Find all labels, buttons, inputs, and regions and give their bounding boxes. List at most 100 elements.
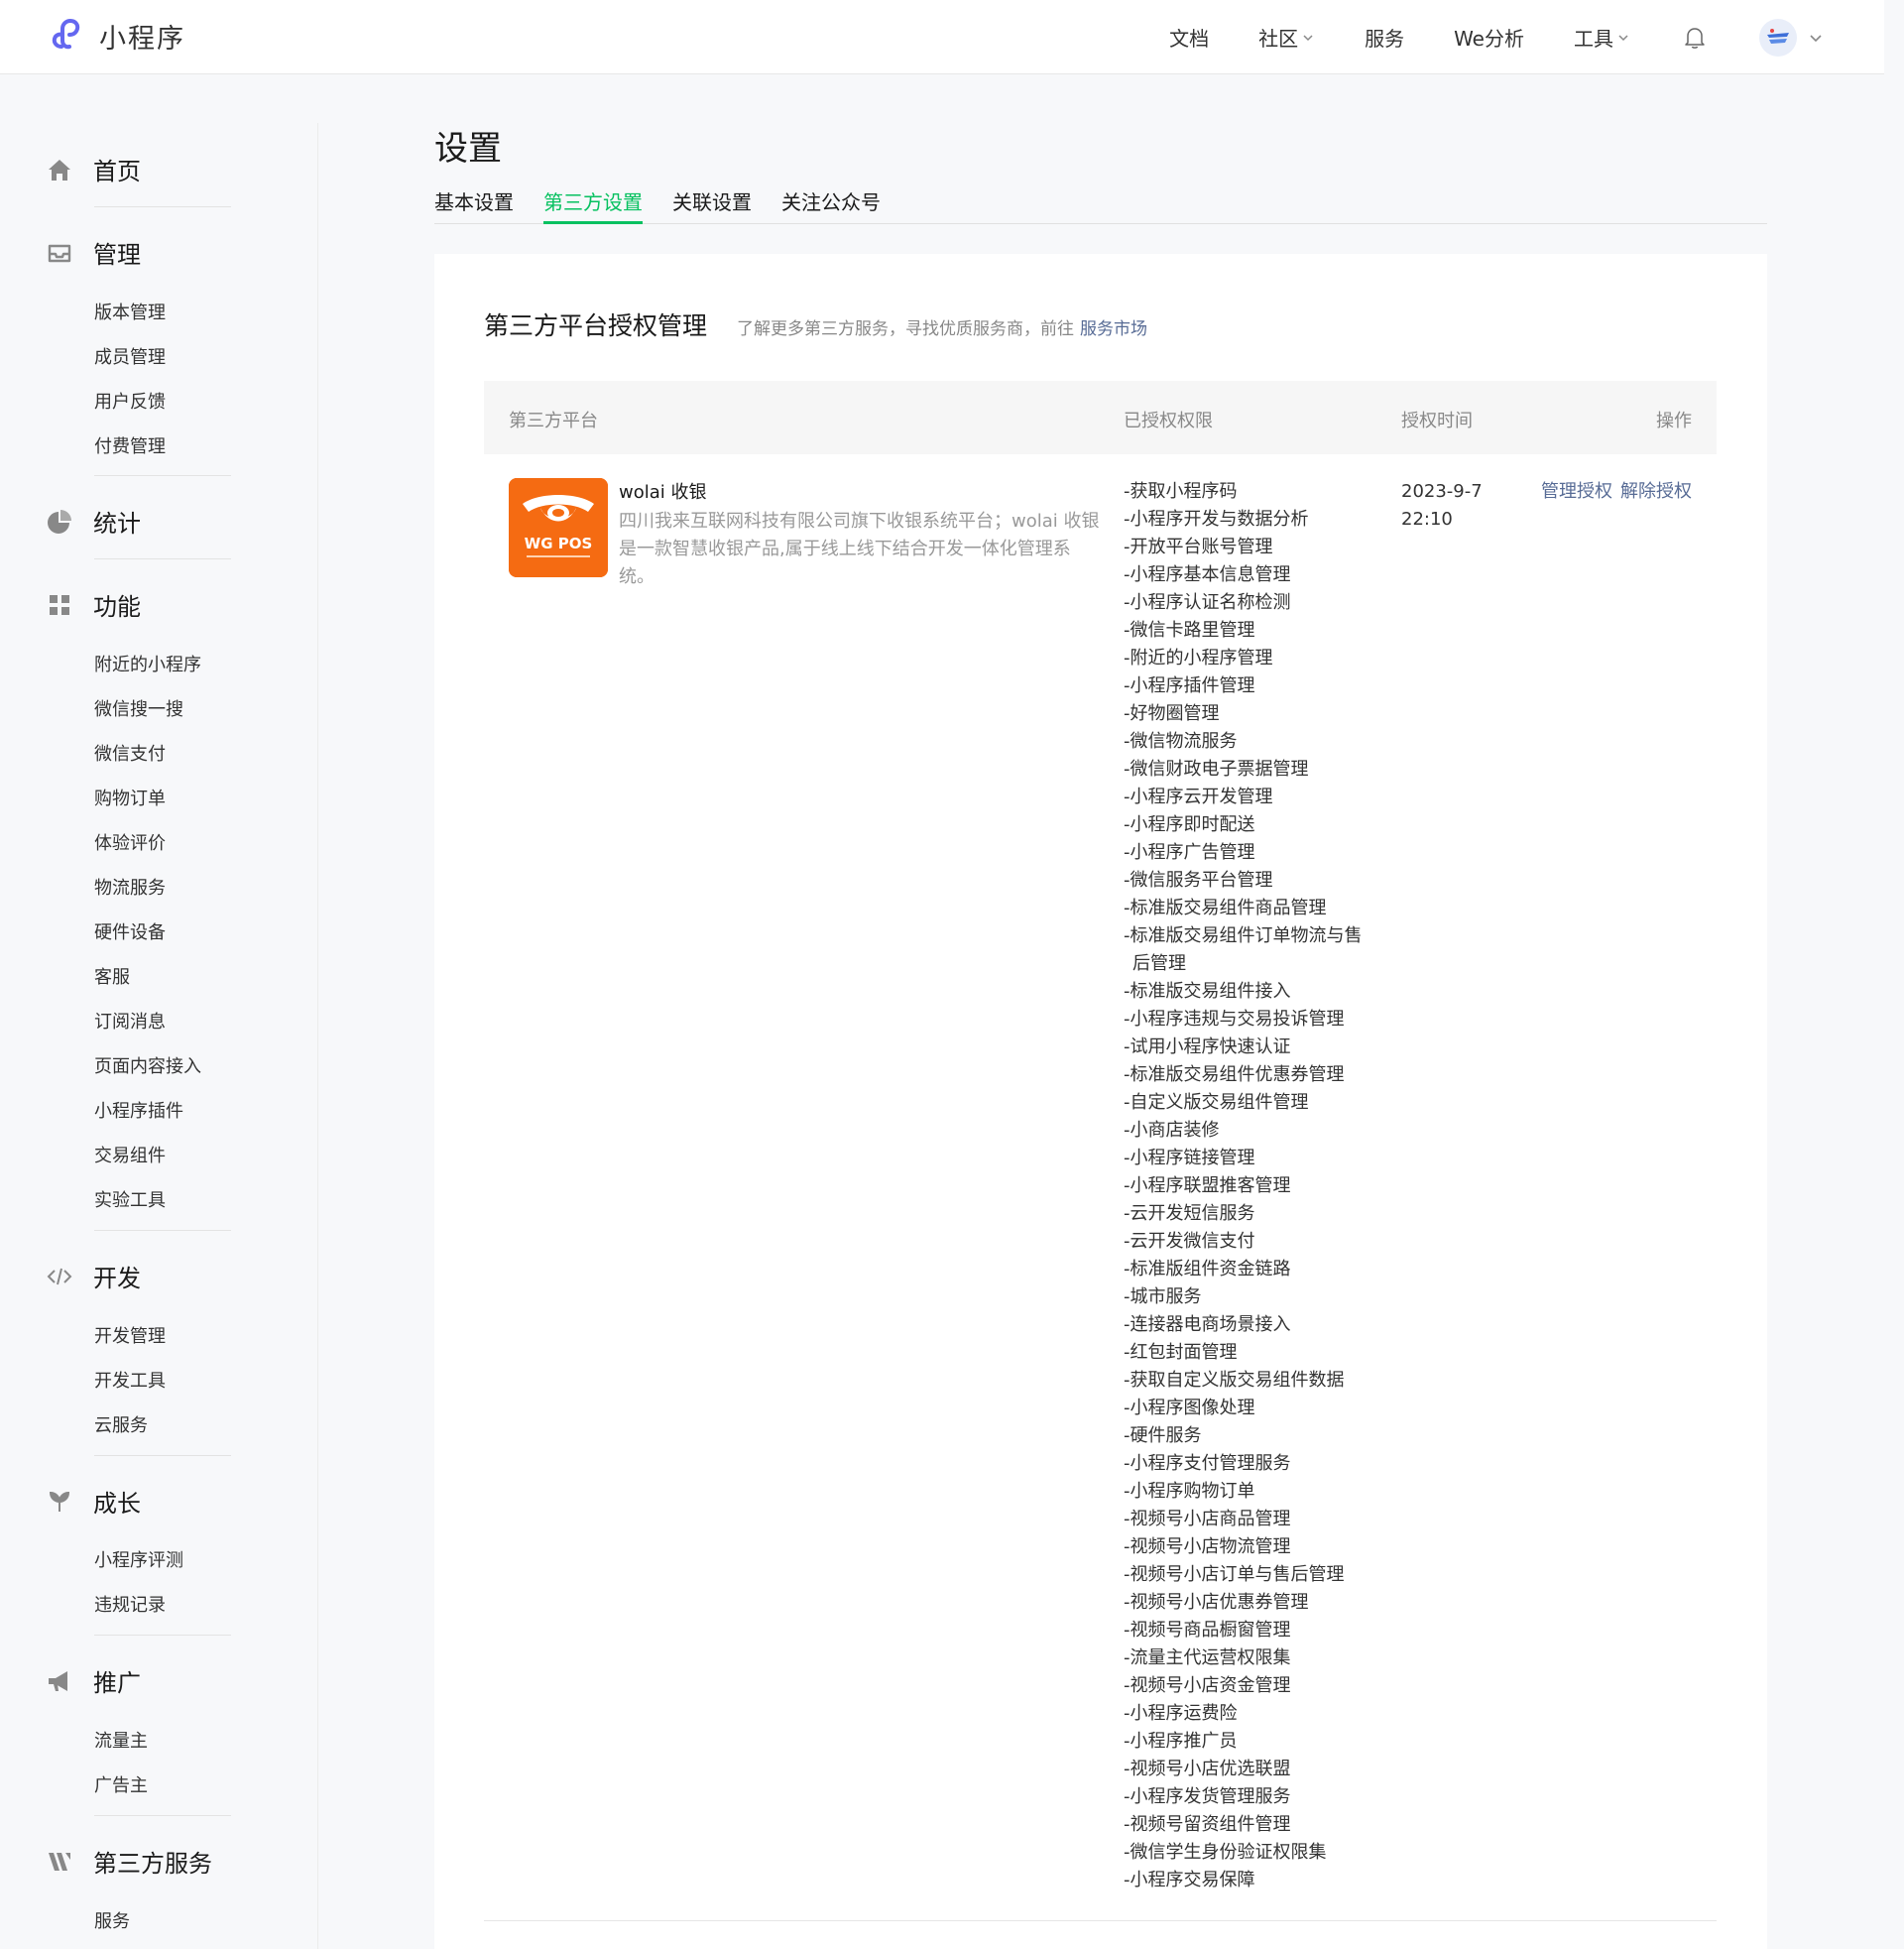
- tab-third-party[interactable]: 第三方设置: [543, 186, 643, 224]
- third-party-card: 第三方平台授权管理 了解更多第三方服务，寻找优质服务商，前往 服务市场 第三方平台…: [434, 254, 1767, 1949]
- permission-item: -小程序联盟推客管理: [1124, 1175, 1291, 1196]
- sidebar-item-third-service[interactable]: 服务: [94, 1907, 130, 1933]
- permission-item: -获取自定义版交易组件数据: [1124, 1370, 1345, 1391]
- sidebar-item-cloud[interactable]: 云服务: [94, 1411, 148, 1437]
- tab-basic[interactable]: 基本设置: [434, 186, 514, 224]
- sidebar-separator: [94, 1635, 231, 1636]
- wgpos-logo-icon: WG POS: [509, 478, 608, 577]
- sidebar-growth[interactable]: 成长: [46, 1484, 141, 1519]
- sidebar-separator: [94, 475, 231, 476]
- sidebar-item-lab-tools[interactable]: 实验工具: [94, 1186, 166, 1212]
- page-title: 设置: [434, 129, 502, 169]
- pie-chart-icon: [46, 508, 73, 536]
- sidebar-separator: [94, 1815, 231, 1816]
- sidebar-promo-label: 推广: [93, 1669, 141, 1697]
- sidebar-item-version[interactable]: 版本管理: [94, 299, 166, 324]
- sidebar-separator: [94, 558, 231, 559]
- permission-item: -微信学生身份验证权限集: [1124, 1842, 1327, 1863]
- permission-item: -小程序开发与数据分析: [1124, 509, 1309, 530]
- permission-item: -小程序交易保障: [1124, 1870, 1255, 1890]
- permission-item: -小程序链接管理: [1124, 1148, 1255, 1168]
- account-chevron-down-icon[interactable]: [1807, 29, 1825, 47]
- sidebar-growth-label: 成长: [93, 1490, 141, 1518]
- sidebar-item-dev-manage[interactable]: 开发管理: [94, 1322, 166, 1348]
- nav-services[interactable]: 服务: [1365, 23, 1404, 52]
- avatar[interactable]: [1759, 18, 1797, 57]
- manage-auth-link[interactable]: 管理授权: [1541, 481, 1612, 502]
- permission-item: -视频号小店商品管理: [1124, 1509, 1291, 1529]
- sidebar-item-reviews[interactable]: 体验评价: [94, 829, 166, 855]
- sidebar-item-wechat-search[interactable]: 微信搜一搜: [94, 695, 183, 721]
- permission-item: -视频号小店优惠券管理: [1124, 1592, 1309, 1613]
- sidebar-features-label: 功能: [93, 593, 141, 621]
- tray-icon: [46, 239, 73, 267]
- permission-item: -小程序运费险: [1124, 1703, 1238, 1724]
- sidebar-item-logistics[interactable]: 物流服务: [94, 874, 166, 900]
- sidebar-item-hardware[interactable]: 硬件设备: [94, 918, 166, 944]
- tab-follow-account[interactable]: 关注公众号: [781, 186, 881, 224]
- grid-icon: [46, 591, 73, 619]
- sidebar-item-nearby[interactable]: 附近的小程序: [94, 651, 201, 676]
- nav-we-analysis[interactable]: We分析: [1454, 23, 1524, 52]
- revoke-auth-link[interactable]: 解除授权: [1620, 481, 1692, 502]
- permission-item: -自定义版交易组件管理: [1124, 1092, 1309, 1113]
- sidebar-dev[interactable]: 开发: [46, 1259, 141, 1293]
- sidebar-item-publisher[interactable]: 流量主: [94, 1727, 148, 1753]
- permission-item: -试用小程序快速认证: [1124, 1036, 1291, 1057]
- sprout-icon: [46, 1488, 73, 1516]
- row-divider: [484, 1920, 1717, 1921]
- sidebar-item-page-content[interactable]: 页面内容接入: [94, 1052, 201, 1078]
- service-market-link[interactable]: 服务市场: [1080, 319, 1147, 339]
- sidebar-manage[interactable]: 管理: [46, 235, 141, 270]
- permission-item: -小程序基本信息管理: [1124, 564, 1291, 585]
- settings-tabs: 基本设置 第三方设置 关联设置 关注公众号: [434, 186, 1767, 224]
- nav-docs[interactable]: 文档: [1169, 23, 1209, 52]
- sidebar-divider: [317, 123, 318, 1949]
- sidebar-dev-label: 开发: [93, 1265, 141, 1292]
- permission-item: -流量主代运营权限集: [1124, 1647, 1291, 1668]
- sidebar-item-plugins[interactable]: 小程序插件: [94, 1097, 183, 1123]
- sidebar-item-dev-tools[interactable]: 开发工具: [94, 1367, 166, 1393]
- permission-item: -视频号小店资金管理: [1124, 1675, 1291, 1696]
- sidebar-item-orders[interactable]: 购物订单: [94, 785, 166, 810]
- sidebar-features[interactable]: 功能: [46, 587, 141, 622]
- sidebar-item-billing[interactable]: 付费管理: [94, 432, 166, 458]
- card-subtitle-text: 了解更多第三方服务，寻找优质服务商，前往: [737, 319, 1074, 339]
- logo[interactable]: 小程序: [48, 16, 185, 56]
- permission-item: -视频号商品橱窗管理: [1124, 1620, 1291, 1641]
- sidebar-home[interactable]: 首页: [46, 152, 141, 186]
- nav-tools[interactable]: 工具: [1574, 23, 1630, 52]
- sidebar-promo[interactable]: 推广: [46, 1663, 141, 1698]
- megaphone-icon: [46, 1667, 73, 1695]
- card-title: 第三方平台授权管理: [484, 311, 708, 340]
- sidebar-item-feedback[interactable]: 用户反馈: [94, 388, 166, 414]
- permission-item: -微信物流服务: [1124, 731, 1238, 752]
- sidebar-item-violations[interactable]: 违规记录: [94, 1591, 166, 1617]
- auth-date: 2023-9-7: [1401, 481, 1483, 502]
- sidebar-third-party-label: 第三方服务: [93, 1850, 212, 1878]
- sidebar-stats[interactable]: 统计: [46, 504, 141, 539]
- top-nav: 文档 社区 服务 We分析 工具: [1120, 0, 1825, 74]
- col-time: 授权时间: [1401, 411, 1473, 431]
- sidebar-item-wechat-pay[interactable]: 微信支付: [94, 740, 166, 766]
- nav-community-label: 社区: [1258, 27, 1299, 51]
- miniprogram-logo-icon: [52, 18, 80, 50]
- code-icon: [46, 1263, 73, 1290]
- logo-text: 小程序: [99, 23, 185, 55]
- sidebar-third-party[interactable]: 第三方服务: [46, 1844, 212, 1879]
- sidebar-item-subscription[interactable]: 订阅消息: [94, 1008, 166, 1034]
- app-name: wolai 收银: [619, 482, 707, 503]
- bell-icon[interactable]: [1682, 25, 1708, 51]
- tab-linked[interactable]: 关联设置: [672, 186, 752, 224]
- sidebar-item-evaluation[interactable]: 小程序评测: [94, 1546, 183, 1572]
- permission-item: -小程序插件管理: [1124, 675, 1255, 696]
- card-subtitle: 了解更多第三方服务，寻找优质服务商，前往 服务市场: [737, 314, 1147, 339]
- sidebar-separator: [94, 1455, 231, 1456]
- chevron-down-icon: [1618, 34, 1628, 41]
- nav-community[interactable]: 社区: [1258, 23, 1315, 52]
- permission-item: -云开发微信支付: [1124, 1231, 1255, 1252]
- sidebar-item-members[interactable]: 成员管理: [94, 343, 166, 369]
- sidebar-item-customer-service[interactable]: 客服: [94, 963, 130, 989]
- sidebar-item-advertiser[interactable]: 广告主: [94, 1771, 148, 1797]
- sidebar-item-trade-components[interactable]: 交易组件: [94, 1142, 166, 1167]
